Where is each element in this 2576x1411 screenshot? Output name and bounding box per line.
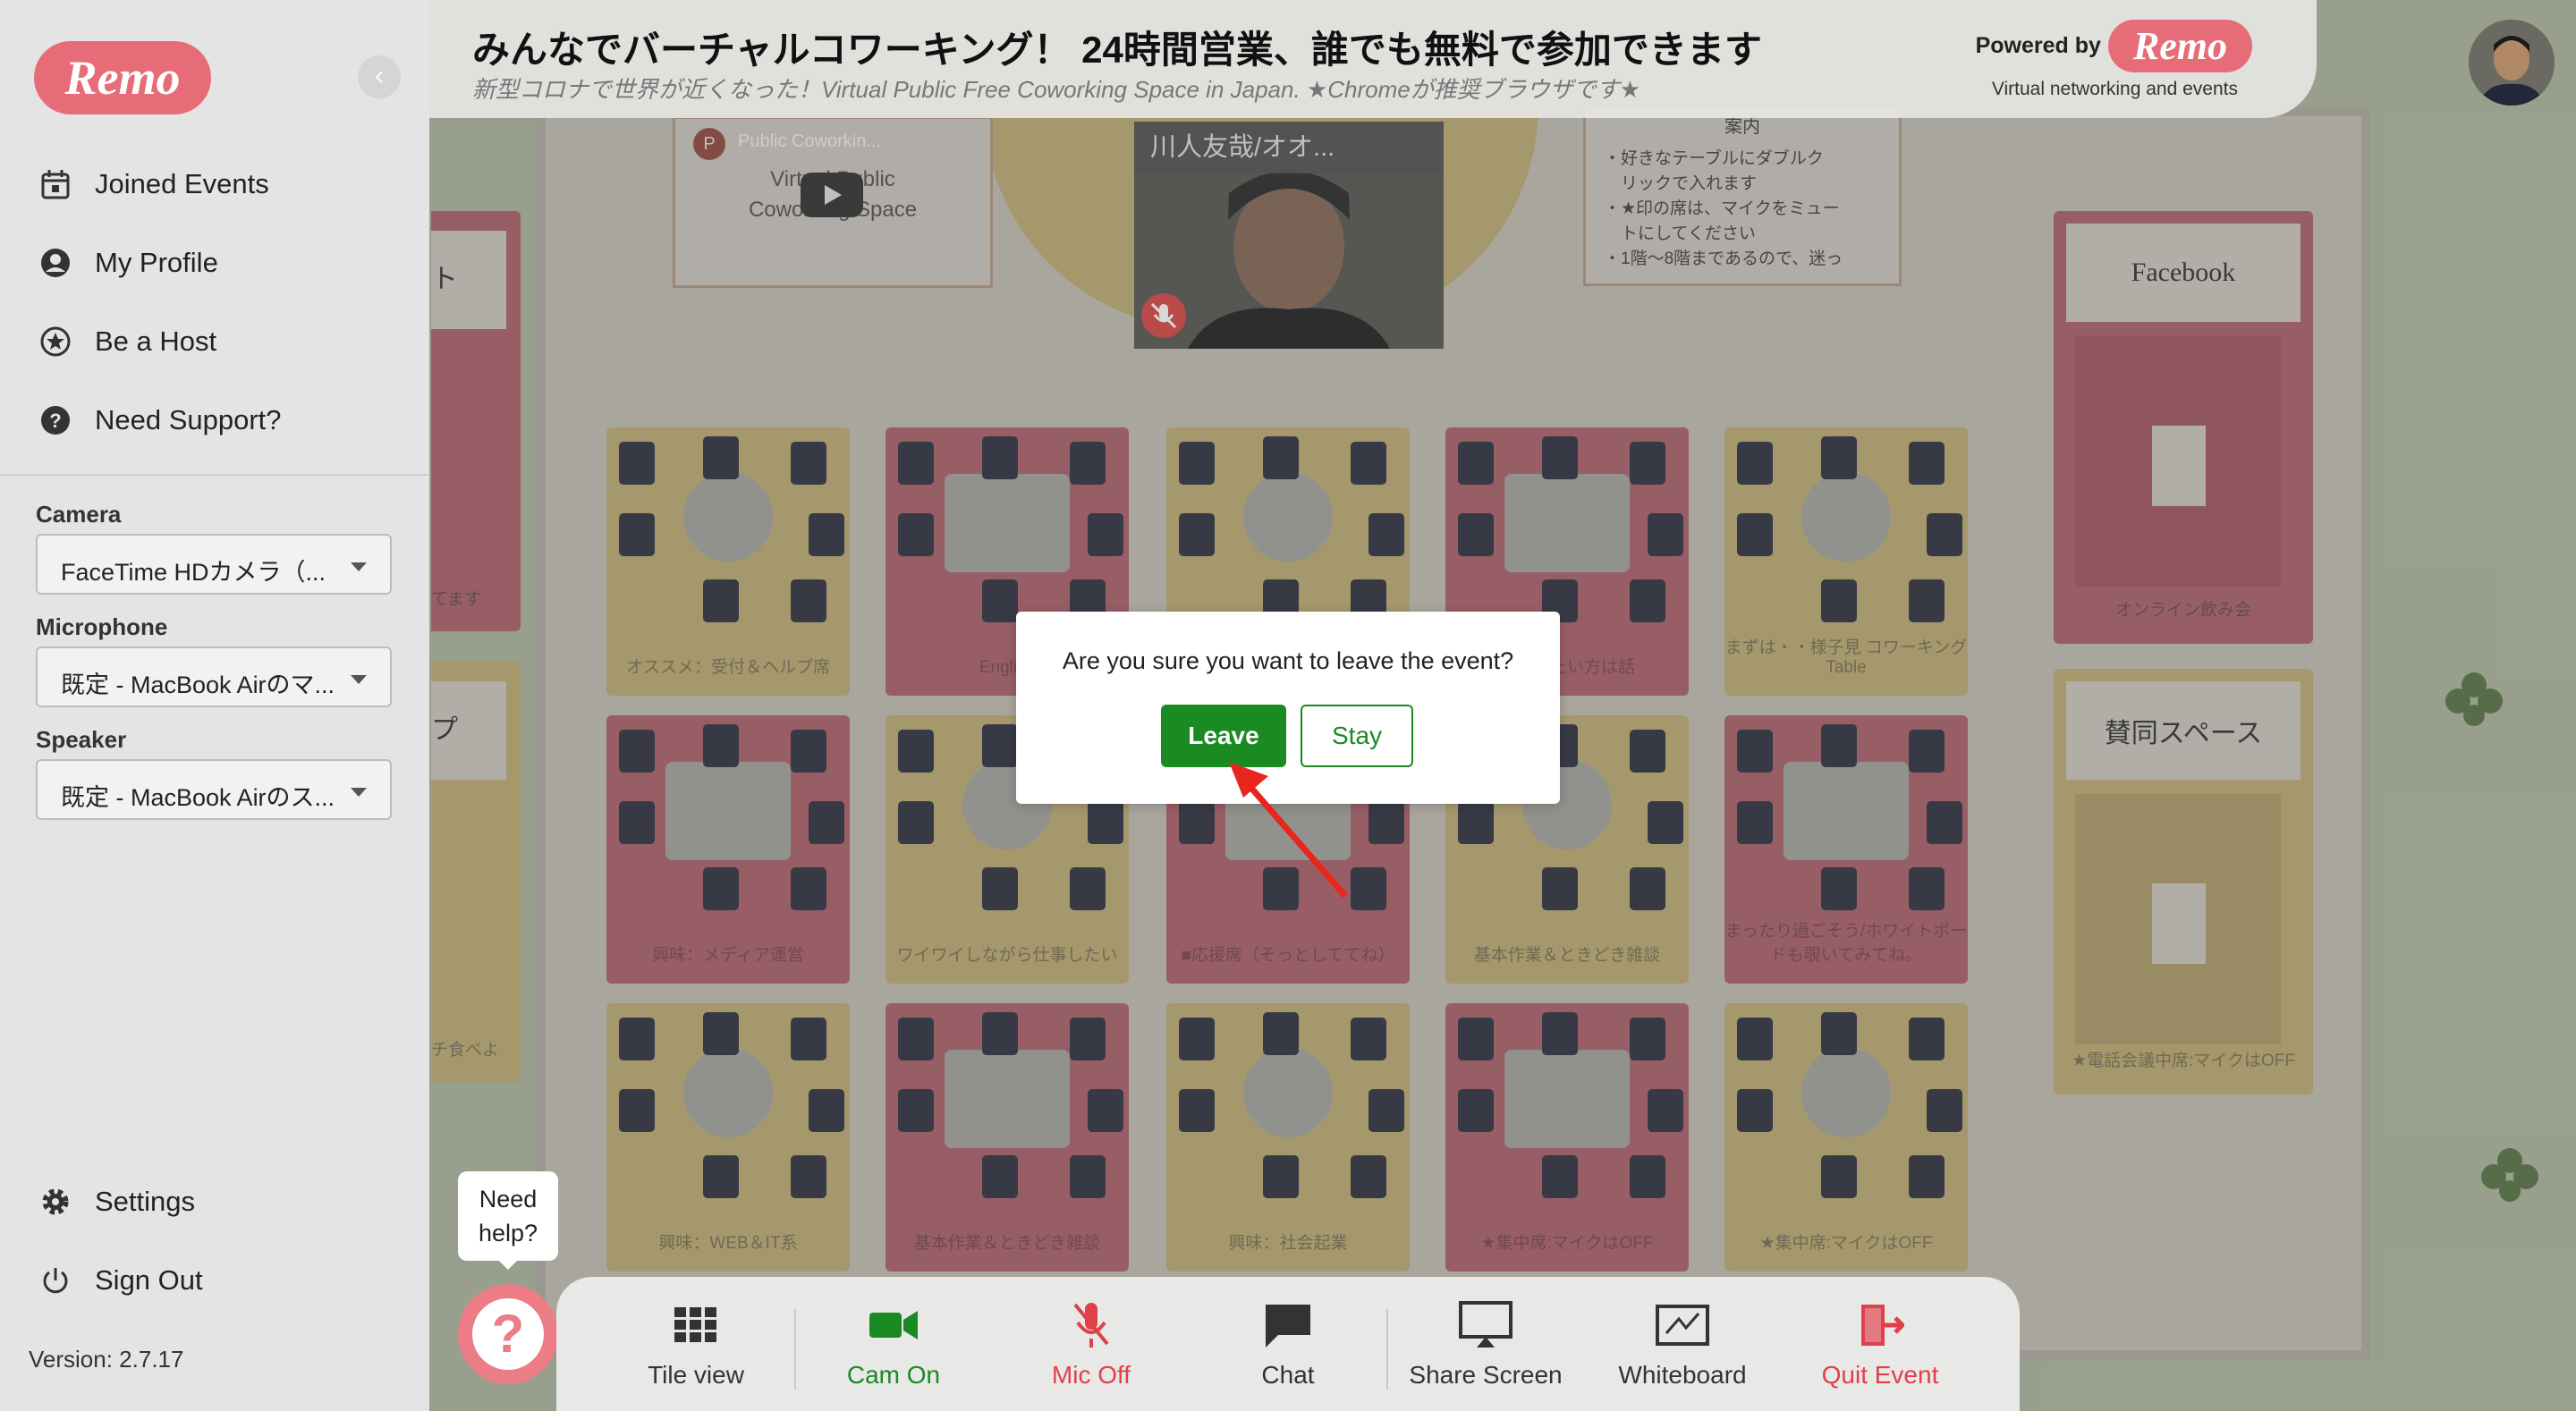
speaker-select[interactable]: 既定 - MacBook Airのス...: [36, 759, 392, 820]
question-icon: ?: [472, 1298, 544, 1370]
mic-off-button[interactable]: Mic Off: [1002, 1298, 1181, 1390]
chat-button[interactable]: Chat: [1199, 1298, 1377, 1390]
bottom-toolbar: Tile view Cam On Mic Off Chat Share Scre…: [556, 1277, 2020, 1411]
screen-share-icon: [1396, 1298, 1575, 1352]
powered-by[interactable]: Powered by Remo: [1976, 20, 2252, 72]
power-icon: [38, 1263, 73, 1298]
toolbar-label: Cam On: [846, 1361, 941, 1389]
nav-joined-events[interactable]: Joined Events: [38, 157, 269, 211]
app-version: Version: 2.7.17: [29, 1346, 184, 1373]
help-tooltip-line: Need: [479, 1186, 538, 1212]
camera-icon: [804, 1298, 983, 1352]
exit-icon: [1791, 1298, 1970, 1352]
nav-settings[interactable]: Settings: [38, 1175, 195, 1229]
tile-view-button[interactable]: Tile view: [606, 1298, 785, 1390]
powered-by-text: Powered by: [1975, 33, 2101, 58]
cam-on-button[interactable]: Cam On: [804, 1298, 983, 1390]
help-tooltip: Need help?: [458, 1171, 558, 1261]
help-button[interactable]: ?: [458, 1284, 558, 1384]
star-icon: [38, 324, 73, 359]
camera-label: Camera: [36, 501, 122, 528]
collapse-sidebar-button[interactable]: ‹: [358, 55, 401, 98]
chevron-down-icon: [351, 788, 367, 797]
nav-label: Be a Host: [95, 325, 217, 357]
microphone-value: 既定 - MacBook Airのマ...: [61, 672, 335, 698]
nav-label: Sign Out: [95, 1264, 203, 1296]
camera-value: FaceTime HDカメラ（...: [61, 559, 326, 586]
toolbar-label: Tile view: [648, 1361, 744, 1389]
nav-label: Need Support?: [95, 404, 282, 435]
speaker-value: 既定 - MacBook Airのス...: [61, 784, 335, 811]
event-subtitle: 新型コロナで世界が近くなった！Virtual Public Free Cowor…: [472, 76, 1641, 103]
help-tooltip-tail: [496, 1257, 521, 1270]
whiteboard-icon: [1593, 1298, 1772, 1352]
whiteboard-button[interactable]: Whiteboard: [1593, 1298, 1772, 1390]
nav-sign-out[interactable]: Sign Out: [38, 1254, 203, 1307]
event-header: みんなでバーチャルコワーキング！ 24時間営業、誰でも無料で参加できます 新型コ…: [429, 0, 2317, 118]
toolbar-label: Whiteboard: [1618, 1361, 1747, 1389]
microphone-select[interactable]: 既定 - MacBook Airのマ...: [36, 646, 392, 707]
nav-label: Settings: [95, 1186, 196, 1217]
nav-need-support[interactable]: ? Need Support?: [38, 393, 282, 447]
toolbar-separator: [794, 1309, 796, 1390]
calendar-icon: [38, 166, 73, 202]
sidebar-divider: [0, 474, 429, 476]
powered-by-subtitle: Virtual networking and events: [1991, 79, 2238, 99]
nav-be-a-host[interactable]: Be a Host: [38, 315, 216, 368]
annotation-arrow-icon: [1229, 762, 1348, 899]
dialog-question: Are you sure you want to leave the event…: [1062, 647, 1514, 674]
remo-logo: Remo: [2107, 20, 2252, 72]
logo-text: Remo: [64, 51, 181, 105]
sidebar: Remo ‹ Joined Events My Profile Be a Hos…: [0, 0, 429, 1411]
event-title: みんなでバーチャルコワーキング！ 24時間営業、誰でも無料で参加できます: [472, 29, 1762, 71]
profile-icon: [38, 245, 73, 281]
nav-label: My Profile: [95, 247, 218, 278]
help-tooltip-line: help?: [478, 1220, 538, 1246]
grid-icon: [606, 1298, 785, 1352]
remo-logo[interactable]: Remo: [34, 41, 211, 114]
nav-label: Joined Events: [95, 168, 269, 199]
toolbar-label: Mic Off: [1051, 1361, 1131, 1389]
share-screen-button[interactable]: Share Screen: [1396, 1298, 1575, 1390]
toolbar-separator: [1386, 1309, 1388, 1390]
gear-icon: [38, 1184, 73, 1220]
chevron-down-icon: [351, 562, 367, 571]
speaker-label: Speaker: [36, 726, 127, 753]
help-circle-icon: ?: [38, 402, 73, 438]
mic-off-icon: [1002, 1298, 1181, 1352]
nav-my-profile[interactable]: My Profile: [38, 236, 218, 290]
camera-select[interactable]: FaceTime HDカメラ（...: [36, 534, 392, 595]
toolbar-label: Share Screen: [1409, 1361, 1563, 1389]
user-avatar[interactable]: [2469, 20, 2555, 106]
toolbar-label: Chat: [1261, 1361, 1315, 1389]
quit-event-button[interactable]: Quit Event: [1791, 1298, 1970, 1390]
chat-icon: [1199, 1298, 1377, 1352]
svg-text:?: ?: [49, 410, 61, 432]
microphone-label: Microphone: [36, 613, 168, 640]
toolbar-label: Quit Event: [1821, 1361, 1939, 1389]
chevron-down-icon: [351, 675, 367, 684]
